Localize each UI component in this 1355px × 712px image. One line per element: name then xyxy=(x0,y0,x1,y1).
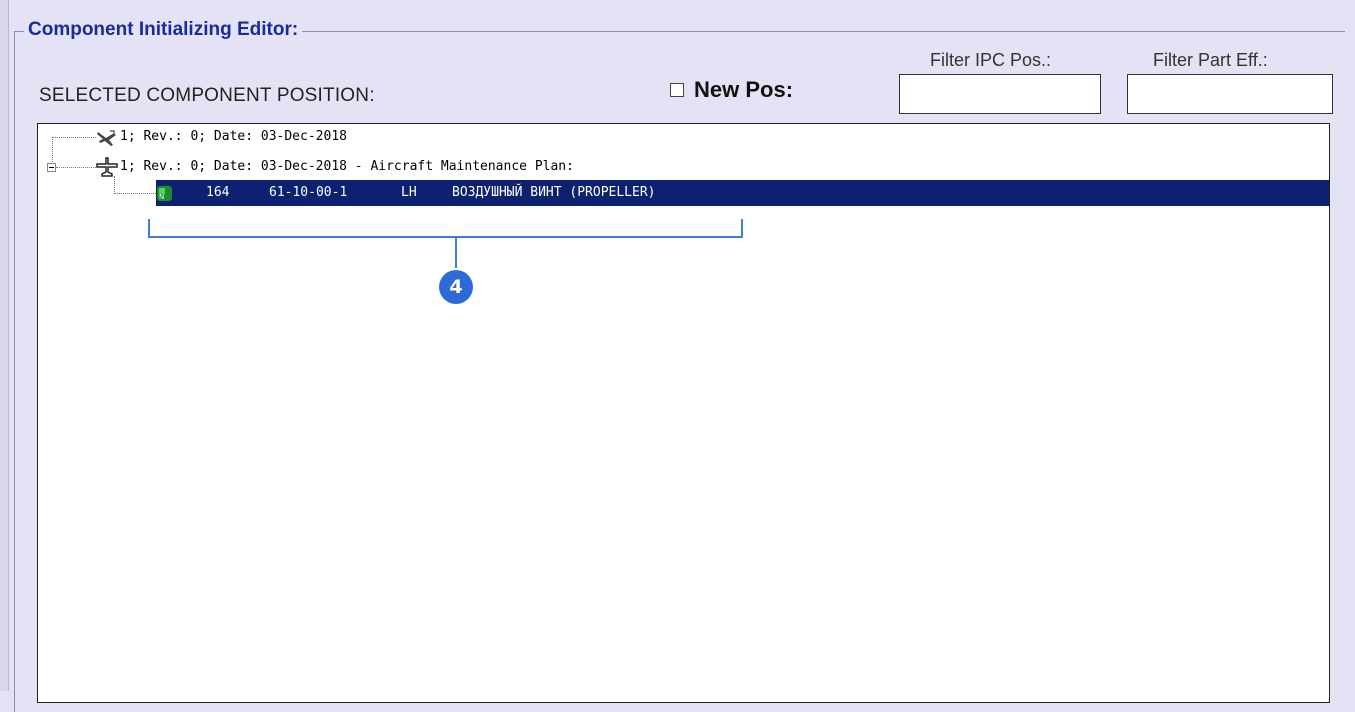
filter-ipc-input[interactable] xyxy=(899,74,1101,114)
component-pos: 164 xyxy=(206,185,230,200)
aircraft-plan-icon xyxy=(96,157,118,177)
new-pos-checkbox[interactable]: New Pos: xyxy=(670,77,793,103)
annotation-stem xyxy=(455,238,457,268)
component-ata: 61-10-00-1 xyxy=(269,185,348,200)
tree-row-maintenance-plan[interactable]: 1; Rev.: 0; Date: 03-Dec-2018 - Aircraft… xyxy=(120,157,574,177)
component-side: LH xyxy=(401,185,417,200)
component-name: ВОЗДУШНЫЙ ВИНТ (PROPELLER) xyxy=(452,185,656,200)
aircraft-icon xyxy=(97,130,116,146)
svg-text:N: N xyxy=(159,193,164,201)
selected-position-label: SELECTED COMPONENT POSITION: xyxy=(39,85,375,106)
filter-ipc-label: Filter IPC Pos.: xyxy=(930,50,1052,70)
window-edge xyxy=(0,0,9,691)
checkbox-box[interactable] xyxy=(670,83,684,97)
component-tree[interactable]: 1; Rev.: 0; Date: 03-Dec-2018 1; Rev.: 0… xyxy=(37,123,1330,703)
new-pos-label: New Pos: xyxy=(694,77,794,102)
group-title: Component Initializing Editor: xyxy=(24,18,303,42)
tree-line xyxy=(56,167,96,168)
component-icon: N xyxy=(157,186,172,201)
collapse-toggle-icon[interactable] xyxy=(47,163,56,172)
tree-row-selected-component[interactable]: N 164 61-10-00-1 LH ВОЗДУШНЫЙ ВИНТ (PROP… xyxy=(156,180,1329,206)
tree-row-aircraft[interactable]: 1; Rev.: 0; Date: 03-Dec-2018 xyxy=(120,127,347,147)
tree-line xyxy=(114,176,115,194)
tree-line xyxy=(114,193,156,194)
tree-line xyxy=(52,137,96,138)
filter-part-label: Filter Part Eff.: xyxy=(1153,50,1268,70)
callout-badge: 4 xyxy=(439,270,473,304)
filter-part-input[interactable] xyxy=(1127,74,1333,114)
annotation-bracket xyxy=(148,219,743,238)
